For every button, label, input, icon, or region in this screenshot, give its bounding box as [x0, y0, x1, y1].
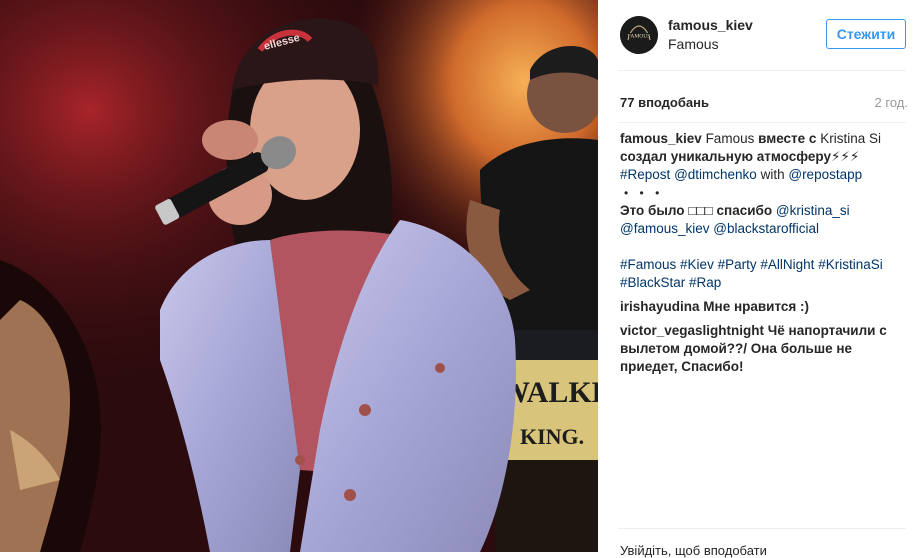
post-details-panel: FAMOUS famous_kiev Famous Стежити 77 впо…	[598, 0, 924, 558]
comment-username[interactable]: irishayudina	[620, 299, 700, 314]
mention-link[interactable]: @famous_kiev	[620, 221, 710, 236]
hashtag-link[interactable]: #Repost	[620, 167, 670, 182]
caption-dots: • • •	[624, 186, 664, 200]
post-photo[interactable]: WALKE KING. ellesse	[0, 0, 598, 552]
caption-text: спасибо	[716, 203, 773, 218]
comment-username[interactable]: victor_vegaslightnight	[620, 323, 764, 338]
svg-text:FAMOUS: FAMOUS	[628, 34, 651, 40]
famous-logo-icon: FAMOUS	[620, 16, 658, 54]
likes-divider	[618, 122, 906, 123]
comment-item: irishayudina Мне нравится :)	[620, 298, 912, 316]
hashtag-link[interactable]: #Rap	[689, 275, 721, 290]
mention-link[interactable]: @kristina_si	[776, 203, 850, 218]
caption-text: Famous	[705, 131, 755, 146]
emoji-glyphs: □□□	[688, 203, 713, 218]
comment-text: Мне нравится :)	[703, 299, 810, 314]
post-time[interactable]: 2 год.	[875, 95, 908, 110]
avatar[interactable]: FAMOUS	[620, 16, 658, 54]
mention-link[interactable]: @repostapp	[788, 167, 862, 182]
likes-count[interactable]: 77 вподобань	[620, 95, 709, 110]
post-username[interactable]: famous_kiev	[668, 17, 753, 33]
hashtag-link[interactable]: #Famous	[620, 257, 676, 272]
caption: famous_kiev Famous вместе с Kristina Si …	[620, 130, 912, 238]
caption-hashtags: #Famous #Kiev #Party #AllNight #Kristina…	[620, 256, 912, 292]
comments-list: famous_kiev Famous вместе с Kristina Si …	[620, 130, 912, 376]
header-divider	[618, 70, 906, 71]
caption-text: Kristina Si	[820, 131, 881, 146]
caption-text: создал уникальную атмосферу⚡⚡⚡	[620, 149, 860, 164]
login-to-like-text[interactable]: Увійдіть, щоб вподобати	[620, 543, 767, 558]
post-location[interactable]: Famous	[668, 36, 719, 52]
follow-button[interactable]: Стежити	[826, 19, 906, 49]
caption-text: with	[760, 167, 785, 182]
hashtag-link[interactable]: #AllNight	[760, 257, 814, 272]
comment-item: victor_vegaslightnight Чё напортачили с …	[620, 322, 912, 376]
hashtag-link[interactable]: #Party	[718, 257, 757, 272]
footer-divider	[618, 528, 906, 529]
hashtag-link[interactable]: #BlackStar	[620, 275, 685, 290]
hashtag-link[interactable]: #Kiev	[680, 257, 714, 272]
sign-text-king: KING.	[520, 424, 584, 449]
mention-link[interactable]: @blackstarofficial	[713, 221, 819, 236]
concert-scene: WALKE KING. ellesse	[0, 0, 598, 552]
mention-link[interactable]: @dtimchenko	[674, 167, 757, 182]
hashtag-link[interactable]: #KristinaSi	[818, 257, 883, 272]
post-header: FAMOUS famous_kiev Famous Стежити	[598, 0, 924, 70]
caption-text: Это было	[620, 203, 685, 218]
caption-username[interactable]: famous_kiev	[620, 131, 702, 146]
caption-text: вместе с	[758, 131, 817, 146]
